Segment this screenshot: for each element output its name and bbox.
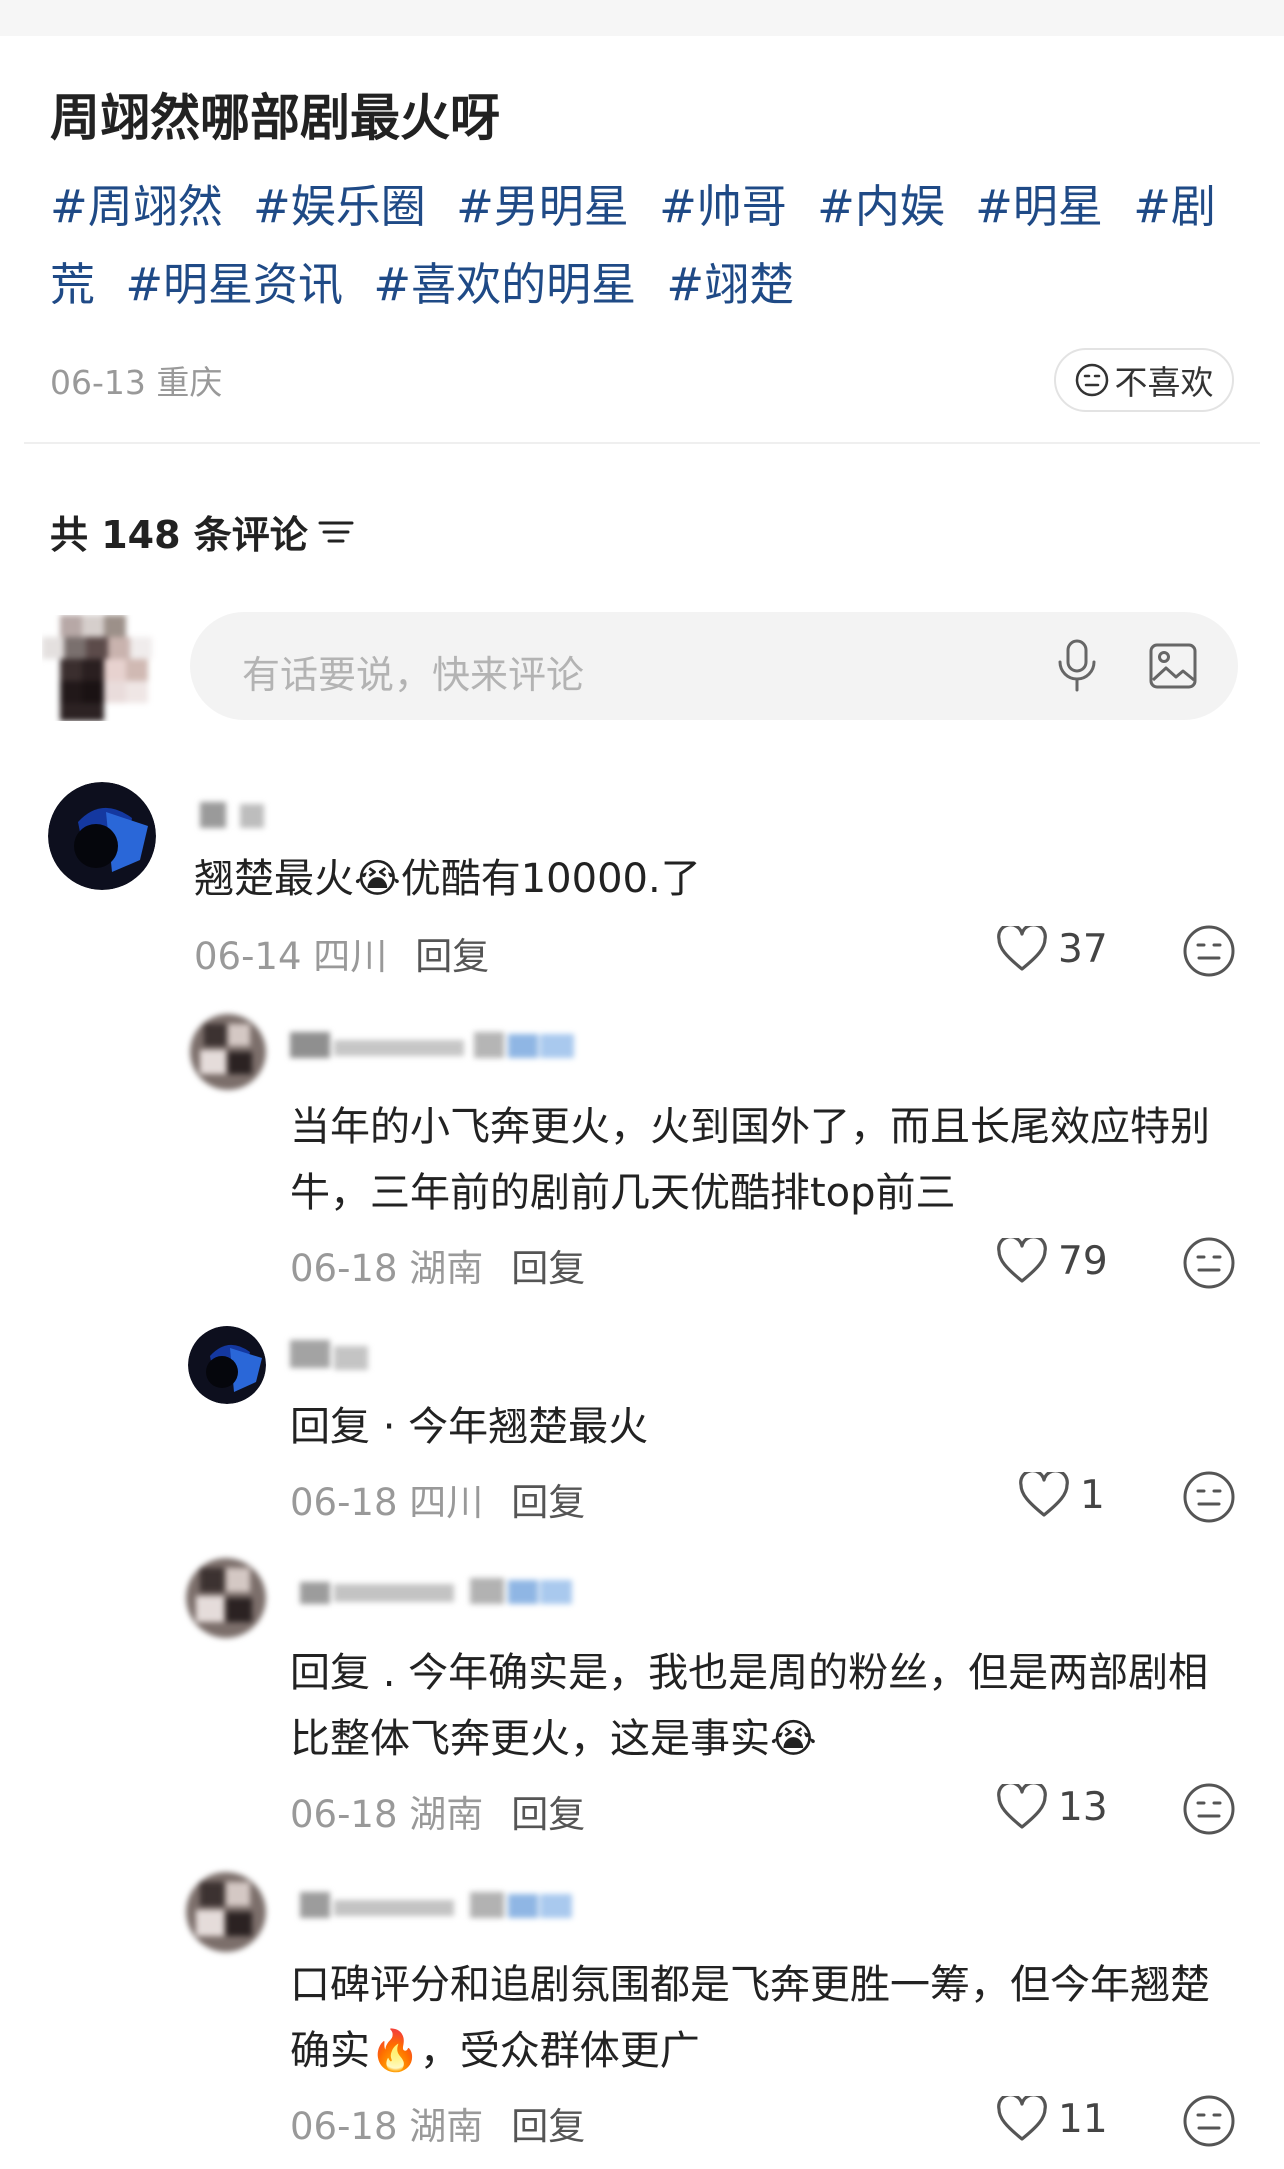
comment-text: 口碑评分和追剧氛围都是飞奔更胜一筹，但今年翘楚确实🔥，受众群体更广 (290, 1962, 1210, 2074)
post-date-location: 06-13 重庆 (50, 363, 223, 402)
comment-meta: 06-18 四川 回复 (290, 1472, 585, 1526)
like-count: 1 (1080, 1472, 1105, 1518)
reply-button[interactable]: 回复 (511, 1247, 585, 1290)
divider (24, 442, 1260, 444)
tag[interactable]: #明星 (975, 180, 1103, 233)
meh-face-icon[interactable] (1182, 1470, 1236, 1524)
meh-face-icon[interactable] (1182, 1236, 1236, 1290)
tag[interactable]: #内娱 (817, 180, 945, 233)
avatar[interactable] (186, 1558, 266, 1638)
username-obscured[interactable] (288, 1028, 582, 1062)
comment-count-header[interactable]: 共 148 条评论 (50, 504, 354, 559)
comment-meta: 06-18 湖南 回复 (290, 2096, 585, 2150)
meh-face-icon[interactable] (1182, 924, 1236, 978)
dislike-button[interactable]: 不喜欢 (1054, 348, 1234, 412)
avatar[interactable] (190, 1014, 266, 1090)
filter-lines-icon[interactable] (318, 517, 354, 547)
comment-text: 回复 . 今年确实是，我也是周的粉丝，但是两部剧相比整体飞奔更火，这是事实😭 (290, 1650, 1209, 1762)
like-button[interactable]: 79 (996, 1238, 1108, 1284)
image-icon[interactable] (1148, 642, 1198, 690)
tag[interactable]: #明星资讯 (125, 258, 343, 311)
microphone-icon[interactable] (1052, 638, 1102, 694)
comment-input-placeholder: 有话要说，快来评论 (242, 653, 585, 697)
reply-button[interactable]: 回复 (415, 935, 489, 978)
username-obscured[interactable] (196, 796, 272, 830)
post-tags: #周翊然 #娱乐圈 #男明星 #帅哥 #内娱 #明星 #剧荒 #明星资讯 #喜欢… (50, 168, 1240, 324)
like-count: 37 (1058, 926, 1108, 972)
username-obscured[interactable] (288, 1338, 374, 1372)
avatar[interactable] (48, 782, 156, 890)
top-bar (0, 0, 1284, 36)
tag[interactable]: #喜欢的明星 (373, 258, 636, 311)
comment-date-location: 06-18 湖南 (290, 2105, 484, 2148)
tag[interactable]: #男明星 (456, 180, 629, 233)
tag[interactable]: #帅哥 (659, 180, 787, 233)
meh-face-icon[interactable] (1182, 2094, 1236, 2148)
avatar[interactable] (188, 1326, 266, 1404)
my-avatar[interactable] (42, 615, 166, 721)
username-obscured[interactable] (298, 1888, 578, 1922)
heart-outline-icon (997, 926, 1047, 971)
comment-meta: 06-18 湖南 回复 (290, 1784, 585, 1838)
heart-outline-icon (997, 1784, 1047, 1829)
comment-date-location: 06-14 四川 (194, 935, 388, 978)
comment-input[interactable]: 有话要说，快来评论 (190, 612, 1238, 720)
dislike-label: 不喜欢 (1114, 363, 1214, 402)
like-count: 13 (1058, 1784, 1108, 1830)
tag[interactable]: #周翊然 (50, 180, 223, 233)
tag[interactable]: #娱乐圈 (253, 180, 426, 233)
comment-date-location: 06-18 湖南 (290, 1793, 484, 1836)
comment-text: 回复 · 今年翘楚最火 (290, 1404, 649, 1450)
like-button[interactable]: 1 (1018, 1472, 1105, 1518)
reply-button[interactable]: 回复 (511, 1793, 585, 1836)
tag[interactable]: #翊楚 (666, 258, 794, 311)
heart-outline-icon (1019, 1472, 1069, 1517)
comment-text: 翘楚最火😭优酷有10000.了 (194, 856, 701, 902)
comment-count-label: 共 148 条评论 (50, 513, 308, 557)
heart-outline-icon (997, 1238, 1047, 1283)
reply-button[interactable]: 回复 (511, 2105, 585, 2148)
meh-face-icon (1075, 363, 1108, 397)
username-obscured[interactable] (298, 1574, 578, 1608)
post-title: 周翊然哪部剧最火呀 (50, 89, 500, 147)
reply-button[interactable]: 回复 (511, 1481, 585, 1524)
like-button[interactable]: 13 (996, 1784, 1108, 1830)
comment-meta: 06-18 湖南 回复 (290, 1238, 585, 1292)
comment-meta: 06-14 四川 回复 (194, 926, 489, 980)
like-button[interactable]: 37 (996, 926, 1108, 972)
meh-face-icon[interactable] (1182, 1782, 1236, 1836)
like-button[interactable]: 11 (996, 2096, 1108, 2142)
comment-date-location: 06-18 四川 (290, 1481, 484, 1524)
comment-text: 当年的小飞奔更火，火到国外了，而且长尾效应特别牛，三年前的剧前几天优酷排top前… (290, 1104, 1210, 1216)
comment-date-location: 06-18 湖南 (290, 1247, 484, 1290)
avatar[interactable] (186, 1872, 266, 1952)
like-count: 11 (1058, 2096, 1108, 2142)
heart-outline-icon (997, 2096, 1047, 2141)
like-count: 79 (1058, 1238, 1108, 1284)
